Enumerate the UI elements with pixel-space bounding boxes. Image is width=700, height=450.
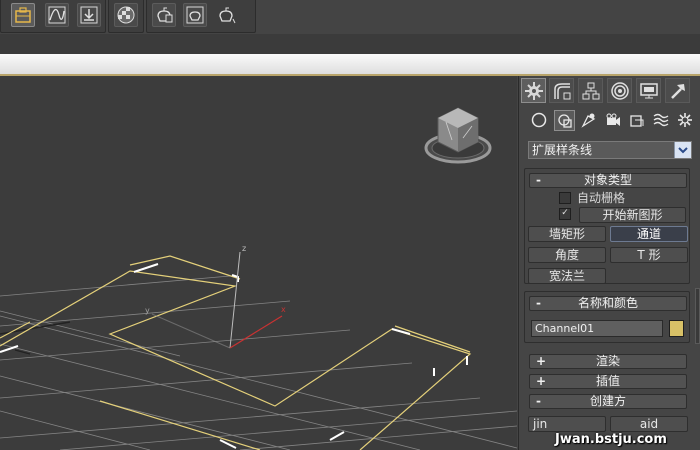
viewcube-icon[interactable] (424, 107, 492, 164)
main-toolbar (0, 0, 700, 34)
rollout-expand-sign: + (536, 374, 547, 388)
auto-grid-label: 自动栅格 (577, 191, 626, 205)
category-dropdown[interactable]: 扩展样条线 (528, 141, 692, 159)
panel-scrollbar[interactable] (695, 288, 700, 344)
material-editor-icon (117, 6, 135, 24)
cameras-button[interactable] (603, 110, 624, 131)
selection-brackets (0, 263, 468, 449)
object-color-swatch[interactable] (669, 320, 684, 337)
toolbar-group-render (146, 0, 256, 33)
rollout-collapse-sign: - (536, 296, 541, 310)
angle-button[interactable]: 角度 (528, 247, 606, 263)
wide-flange-button[interactable]: 宽法兰 (528, 268, 606, 284)
axis-label-y: y (145, 306, 150, 315)
start-new-shape-checkbox-box[interactable]: ✓ (559, 207, 571, 220)
tab-motion[interactable] (607, 78, 632, 103)
rollout-collapse-sign: - (536, 173, 541, 187)
motion-tab-icon (611, 82, 629, 100)
create-tab-icon (525, 82, 543, 100)
object-name-field[interactable]: Channel01 (531, 320, 663, 337)
viewport-canvas[interactable]: z x y (0, 76, 517, 450)
rollout-expand-sign: + (536, 354, 547, 368)
lights-icon (581, 113, 596, 128)
ribbon-bar[interactable] (0, 54, 700, 76)
render-frame-button[interactable] (183, 3, 207, 27)
geometry-button[interactable] (529, 110, 550, 131)
schematic-view-icon (80, 6, 98, 24)
scene-explorer-icon (15, 7, 31, 23)
render-production-icon (219, 7, 236, 24)
home-grid (0, 275, 517, 450)
render-setup-button[interactable] (152, 3, 176, 27)
category-dropdown-value: 扩展样条线 (532, 143, 593, 157)
cameras-icon (606, 113, 620, 126)
toolbar-group-material (108, 0, 144, 33)
creation-method-rollout-header[interactable]: - 创建方 (529, 394, 687, 409)
display-tab-icon (640, 83, 658, 99)
helpers-icon (630, 115, 644, 127)
material-editor-button[interactable] (114, 3, 138, 27)
creation-method-rollout-title: 创建方 (589, 394, 626, 408)
geometry-icon (531, 112, 547, 128)
space-warps-icon (653, 113, 669, 127)
axis-label-z: z (242, 244, 246, 253)
space-warps-button[interactable] (651, 110, 672, 131)
render-production-button[interactable] (215, 3, 239, 27)
rollout-collapse-sign: - (536, 394, 541, 408)
render-setup-icon (157, 7, 173, 23)
curve-editor-button[interactable] (45, 3, 69, 27)
channel-button[interactable]: 通道 (610, 226, 688, 242)
ribbon-background (0, 34, 700, 54)
auto-grid-checkbox[interactable]: 自动栅格 (559, 191, 625, 205)
toolbar-group-scene (0, 0, 106, 33)
interpolation-rollout-header[interactable]: + 插值 (529, 374, 687, 389)
start-new-shape-checkbox[interactable]: ✓ (559, 207, 577, 221)
schematic-view-button[interactable] (77, 3, 101, 27)
tab-modify[interactable] (549, 78, 574, 103)
name-and-color-title: 名称和颜色 (577, 296, 638, 310)
name-and-color-rollout-header[interactable]: - 名称和颜色 (529, 296, 687, 311)
axis-label-x: x (281, 305, 286, 314)
wall-rectangle-button[interactable]: 墙矩形 (528, 226, 606, 242)
creation-edge-button[interactable]: jin (528, 416, 606, 432)
systems-icon (678, 113, 692, 127)
shapes-icon (558, 114, 572, 128)
rendering-rollout-title: 渲染 (595, 354, 620, 368)
creation-center-button[interactable]: aid (610, 416, 688, 432)
utilities-tab-icon (671, 84, 685, 99)
systems-button[interactable] (675, 110, 696, 131)
watermark-text: Jwan.bstju.com (555, 432, 667, 447)
tab-utilities[interactable] (665, 78, 690, 103)
command-panel: 扩展样条线 - 对象类型 自动栅格 ✓ 开始新图形 墙矩形 通道 角度 T 形 … (518, 76, 700, 450)
lights-button[interactable] (579, 110, 600, 131)
tab-display[interactable] (636, 78, 661, 103)
scene-explorer-button[interactable] (11, 3, 35, 27)
shapes-button[interactable] (554, 110, 575, 131)
curve-editor-icon (48, 6, 66, 24)
helpers-button[interactable] (627, 110, 648, 131)
object-type-rollout-header[interactable]: - 对象类型 (529, 173, 687, 188)
modify-tab-icon (554, 83, 571, 100)
object-type-title: 对象类型 (583, 173, 632, 187)
tab-create[interactable] (521, 78, 546, 103)
chevron-down-icon[interactable] (674, 142, 691, 158)
perspective-viewport[interactable]: z x y (0, 76, 517, 450)
render-frame-icon (186, 6, 204, 24)
rendering-rollout-header[interactable]: + 渲染 (529, 354, 687, 369)
auto-grid-checkbox-box[interactable] (559, 191, 571, 204)
tab-hierarchy[interactable] (578, 78, 603, 103)
hierarchy-tab-icon (582, 82, 600, 100)
tee-button[interactable]: T 形 (610, 247, 688, 263)
start-new-shape-button[interactable]: 开始新图形 (579, 207, 686, 223)
world-axis-tripod: z x y (145, 244, 286, 349)
interpolation-rollout-title: 插值 (595, 374, 620, 388)
